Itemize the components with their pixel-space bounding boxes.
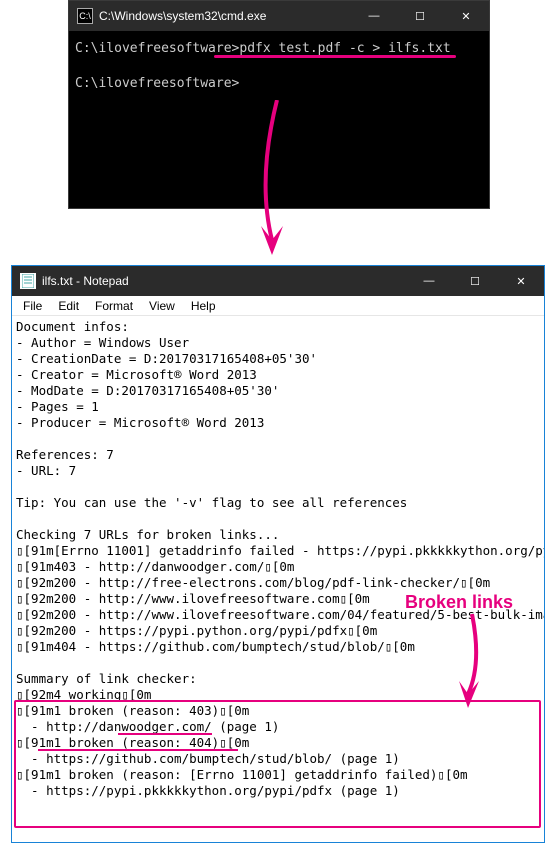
close-button[interactable]: ✕ xyxy=(443,1,489,31)
notepad-window-controls: — ☐ ✕ xyxy=(406,266,544,296)
notepad-titlebar[interactable]: ilfs.txt - Notepad — ☐ ✕ xyxy=(12,266,544,296)
cmd-window: C:\ C:\Windows\system32\cmd.exe — ☐ ✕ C:… xyxy=(68,0,490,209)
close-button[interactable]: ✕ xyxy=(498,266,544,296)
reason-underline xyxy=(118,733,212,735)
cmd-body[interactable]: C:\ilovefreesoftware>pdfx test.pdf -c > … xyxy=(69,31,489,103)
notepad-window: ilfs.txt - Notepad — ☐ ✕ File Edit Forma… xyxy=(11,265,545,843)
broken-links-label: Broken links xyxy=(405,592,513,613)
menu-view[interactable]: View xyxy=(142,298,182,314)
minimize-button[interactable]: — xyxy=(406,266,452,296)
cmd-highlight-underline xyxy=(214,55,456,58)
menu-format[interactable]: Format xyxy=(88,298,140,314)
menu-help[interactable]: Help xyxy=(184,298,223,314)
minimize-button[interactable]: — xyxy=(351,1,397,31)
cmd-titlebar[interactable]: C:\ C:\Windows\system32\cmd.exe — ☐ ✕ xyxy=(69,1,489,31)
cmd-title: C:\Windows\system32\cmd.exe xyxy=(99,9,351,23)
broken-url-underline xyxy=(38,749,238,751)
notepad-body[interactable]: Document infos: - Author = Windows User … xyxy=(12,316,544,842)
cmd-window-controls: — ☐ ✕ xyxy=(351,1,489,31)
notepad-title: ilfs.txt - Notepad xyxy=(42,274,406,288)
menu-edit[interactable]: Edit xyxy=(51,298,86,314)
cmd-icon: C:\ xyxy=(77,8,93,24)
maximize-button[interactable]: ☐ xyxy=(452,266,498,296)
menu-file[interactable]: File xyxy=(16,298,49,314)
cmd-line-2: C:\ilovefreesoftware> xyxy=(75,74,483,95)
maximize-button[interactable]: ☐ xyxy=(397,1,443,31)
notepad-menubar: File Edit Format View Help xyxy=(12,296,544,316)
notepad-icon xyxy=(20,273,36,289)
